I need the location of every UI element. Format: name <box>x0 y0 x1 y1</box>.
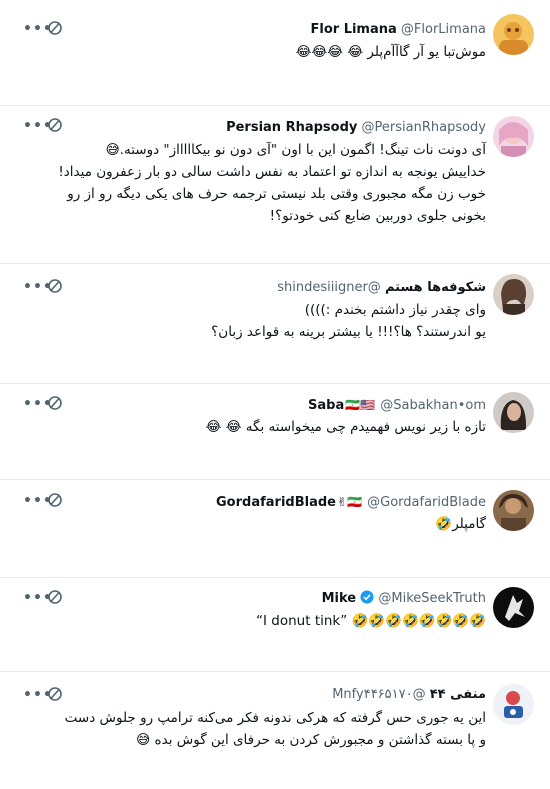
tweet-text: تازه با زیر نویس فهمیدم چی میخواسته بگه … <box>205 419 486 435</box>
tweet-header: Saba🇮🇷🇺🇸 @Sabakhan•om <box>308 395 486 415</box>
tweet-saba[interactable]: Saba🇮🇷🇺🇸 @Sabakhan•om تازه با زیر نویس ف… <box>0 384 550 480</box>
avatar[interactable] <box>493 587 534 628</box>
tweet-text: آی دونت نات تینگ! اگمون این با اون "آی د… <box>58 142 486 224</box>
tweet-text: گامپلر🤣 <box>435 516 486 532</box>
tweet-persian-rhapsody[interactable]: Persian Rhapsody @PersianRhapsody آی دون… <box>0 106 550 264</box>
tweet-text: موش‌تبا یو آر گاآآم‌پلر 😂 😂😂😂 <box>295 44 486 60</box>
avatar[interactable] <box>493 14 534 55</box>
user-handle[interactable]: @FlorLimana <box>401 22 486 37</box>
tweet-text: این یه جوری حس گرفته که هرکی ندونه فکر م… <box>64 710 486 748</box>
user-handle[interactable]: @PersianRhapsody <box>362 120 486 135</box>
display-name[interactable]: شکوفه‌ها هستم <box>385 280 486 295</box>
avatar[interactable] <box>493 684 534 725</box>
avatar[interactable] <box>493 392 534 433</box>
tweet-actions: ••• <box>23 278 83 298</box>
tweet-actions: ••• <box>23 20 83 40</box>
tweet-gordafaridblade[interactable]: GordafaridBlade🇮🇷✌ @GordafaridBlade گامپ… <box>0 480 550 578</box>
hide-icon[interactable] <box>47 589 63 605</box>
tweet-actions: ••• <box>23 492 83 512</box>
user-handle[interactable]: @Mnfy۴۴۶۵۱۷۰ <box>332 687 425 702</box>
hide-icon[interactable] <box>47 278 63 294</box>
hide-icon[interactable] <box>47 117 63 133</box>
tweet-header: شکوفه‌ها هستم @shindesiiigner <box>277 278 486 298</box>
tweet-actions: ••• <box>23 117 83 137</box>
hide-icon[interactable] <box>47 492 63 508</box>
user-handle[interactable]: @MikeSeekTruth <box>378 591 486 606</box>
hide-icon[interactable] <box>47 20 63 36</box>
tweet-text: “I donut tink” 🤣🤣🤣🤣🤣🤣🤣🤣 <box>256 613 486 629</box>
display-name[interactable]: Flor Limana <box>310 22 396 37</box>
timeline-feed: Flor Limana @FlorLimana موش‌تبا یو آر گا… <box>0 0 550 789</box>
user-handle[interactable]: @GordafaridBlade <box>367 495 486 510</box>
user-handle[interactable]: @shindesiiigner <box>277 280 381 295</box>
tweet-header: Persian Rhapsody @PersianRhapsody <box>226 118 486 138</box>
tweet-actions: ••• <box>23 589 83 609</box>
avatar[interactable] <box>493 274 534 315</box>
tweet-header: Mike @MikeSeekTruth <box>322 589 486 609</box>
avatar[interactable] <box>493 490 534 531</box>
tweet-flor-limana[interactable]: Flor Limana @FlorLimana موش‌تبا یو آر گا… <box>0 0 550 106</box>
display-name[interactable]: Persian Rhapsody <box>226 120 357 135</box>
tweet-mike[interactable]: Mike @MikeSeekTruth “I donut tink” 🤣🤣🤣🤣🤣… <box>0 578 550 672</box>
avatar[interactable] <box>493 116 534 157</box>
user-handle[interactable]: @Sabakhan•om <box>380 398 486 413</box>
flag-emoji: 🇮🇷🇺🇸 <box>345 398 376 412</box>
tweet-header: GordafaridBlade🇮🇷✌ @GordafaridBlade <box>216 492 486 512</box>
hide-icon[interactable] <box>47 395 63 411</box>
tweet-actions: ••• <box>23 395 83 415</box>
flag-emoji: 🇮🇷✌ <box>336 495 362 509</box>
tweet-header: Flor Limana @FlorLimana <box>310 20 486 40</box>
display-name[interactable]: Mike <box>322 591 357 606</box>
tweet-actions: ••• <box>23 686 83 706</box>
verified-badge-icon <box>360 590 374 604</box>
display-name[interactable]: Saba <box>308 398 344 413</box>
display-name[interactable]: منفی ۴۴ <box>430 687 486 702</box>
tweet-text: وای چقدر نیاز داشتم بخندم :)))) یو اندرس… <box>211 302 486 340</box>
tweet-header: منفی ۴۴ @Mnfy۴۴۶۵۱۷۰ <box>332 685 486 705</box>
hide-icon[interactable] <box>47 686 63 702</box>
tweet-shindesiiigner[interactable]: شکوفه‌ها هستم @shindesiiigner وای چقدر ن… <box>0 264 550 384</box>
display-name[interactable]: GordafaridBlade <box>216 495 336 510</box>
tweet-mnfy[interactable]: منفی ۴۴ @Mnfy۴۴۶۵۱۷۰ این یه جوری حس گرفت… <box>0 672 550 789</box>
